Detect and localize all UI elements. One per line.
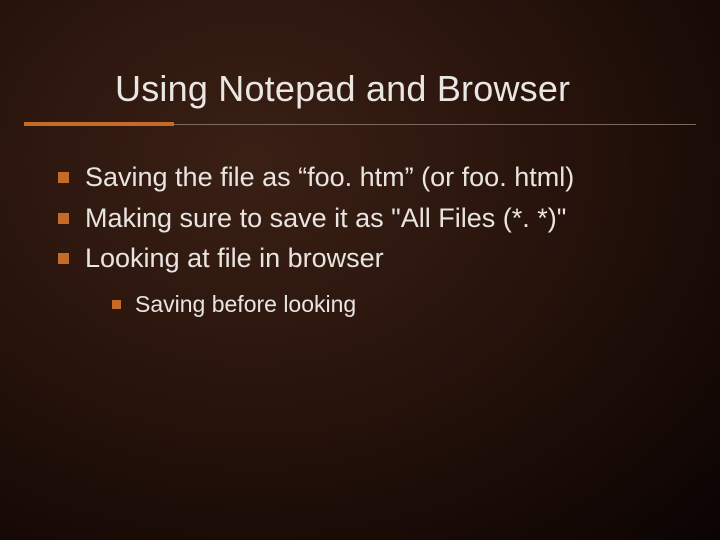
list-item-text: Making sure to save it as "All Files (*.… — [85, 201, 566, 236]
list-item-text: Looking at file in browser — [85, 241, 384, 276]
slide: Using Notepad and Browser Saving the fil… — [0, 0, 720, 540]
slide-body: Saving the file as “foo. htm” (or foo. h… — [58, 160, 680, 326]
list-item-text: Saving the file as “foo. htm” (or foo. h… — [85, 160, 574, 195]
square-bullet-icon — [112, 300, 121, 309]
slide-title: Using Notepad and Browser — [115, 68, 570, 110]
list-item: Saving the file as “foo. htm” (or foo. h… — [58, 160, 680, 195]
square-bullet-icon — [58, 253, 69, 264]
square-bullet-icon — [58, 213, 69, 224]
list-item: Making sure to save it as "All Files (*.… — [58, 201, 680, 236]
sub-list-item: Saving before looking — [112, 290, 680, 320]
title-underline — [0, 122, 720, 130]
square-bullet-icon — [58, 172, 69, 183]
list-item: Looking at file in browser — [58, 241, 680, 276]
sub-list-item-text: Saving before looking — [135, 290, 356, 320]
